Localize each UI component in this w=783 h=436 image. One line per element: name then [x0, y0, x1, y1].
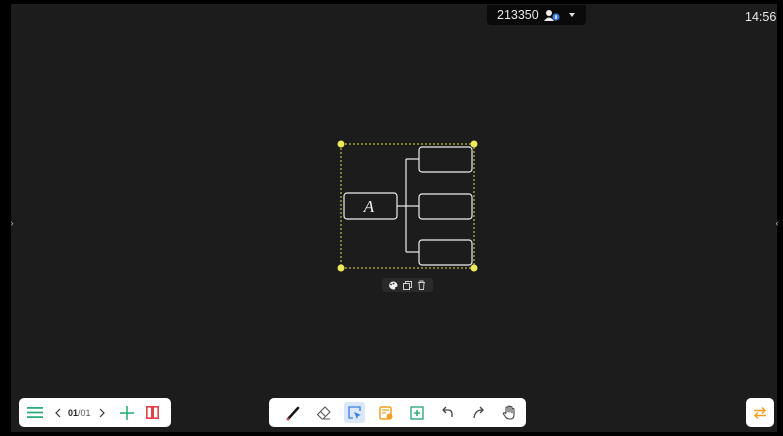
session-code: 213350: [497, 8, 539, 22]
mindmap-child-node[interactable]: [418, 239, 473, 266]
undo-icon[interactable]: [437, 402, 458, 423]
mindmap-child-node[interactable]: [418, 146, 473, 173]
right-edge-handle[interactable]: ‹: [774, 214, 780, 232]
main-toolbar: [269, 398, 526, 427]
switch-side-button[interactable]: [746, 398, 774, 427]
page-current: 01: [68, 407, 79, 418]
object-toolbar: [382, 278, 433, 292]
chevron-left-icon[interactable]: [53, 408, 63, 418]
select-icon[interactable]: [344, 402, 365, 423]
resize-handle[interactable]: [470, 140, 478, 148]
pen-icon[interactable]: [282, 402, 303, 423]
left-edge-handle[interactable]: ›: [9, 214, 15, 232]
dropdown-caret-icon: [568, 13, 575, 17]
switch-side-icon: [753, 406, 767, 420]
copy-icon[interactable]: [402, 280, 413, 290]
resize-handle[interactable]: [470, 264, 478, 272]
page-indicator: 01/01: [68, 408, 91, 418]
user-count-icon: [543, 9, 560, 22]
chevron-right-icon[interactable]: [97, 408, 107, 418]
redo-icon[interactable]: [468, 402, 489, 423]
mindmap-root-label: A: [363, 197, 375, 216]
clock: 14:56: [745, 10, 777, 24]
resize-handle[interactable]: [337, 140, 345, 148]
page-total: 01: [80, 407, 91, 418]
resize-handle[interactable]: [337, 264, 345, 272]
insert-icon[interactable]: [406, 402, 427, 423]
page-nav-bar: 01/01: [19, 398, 171, 427]
eraser-icon[interactable]: [313, 402, 334, 423]
session-code-dropdown[interactable]: 213350: [487, 5, 586, 25]
sticky-note-icon[interactable]: [375, 402, 396, 423]
palette-icon[interactable]: [388, 280, 399, 290]
mindmap-object[interactable]: A: [335, 138, 481, 274]
pages-view-icon[interactable]: [146, 406, 160, 419]
hand-icon[interactable]: [499, 402, 520, 423]
mindmap-child-node[interactable]: [418, 193, 473, 220]
delete-icon[interactable]: [416, 280, 427, 290]
plus-icon[interactable]: [119, 405, 135, 420]
menu-icon[interactable]: [26, 406, 44, 419]
